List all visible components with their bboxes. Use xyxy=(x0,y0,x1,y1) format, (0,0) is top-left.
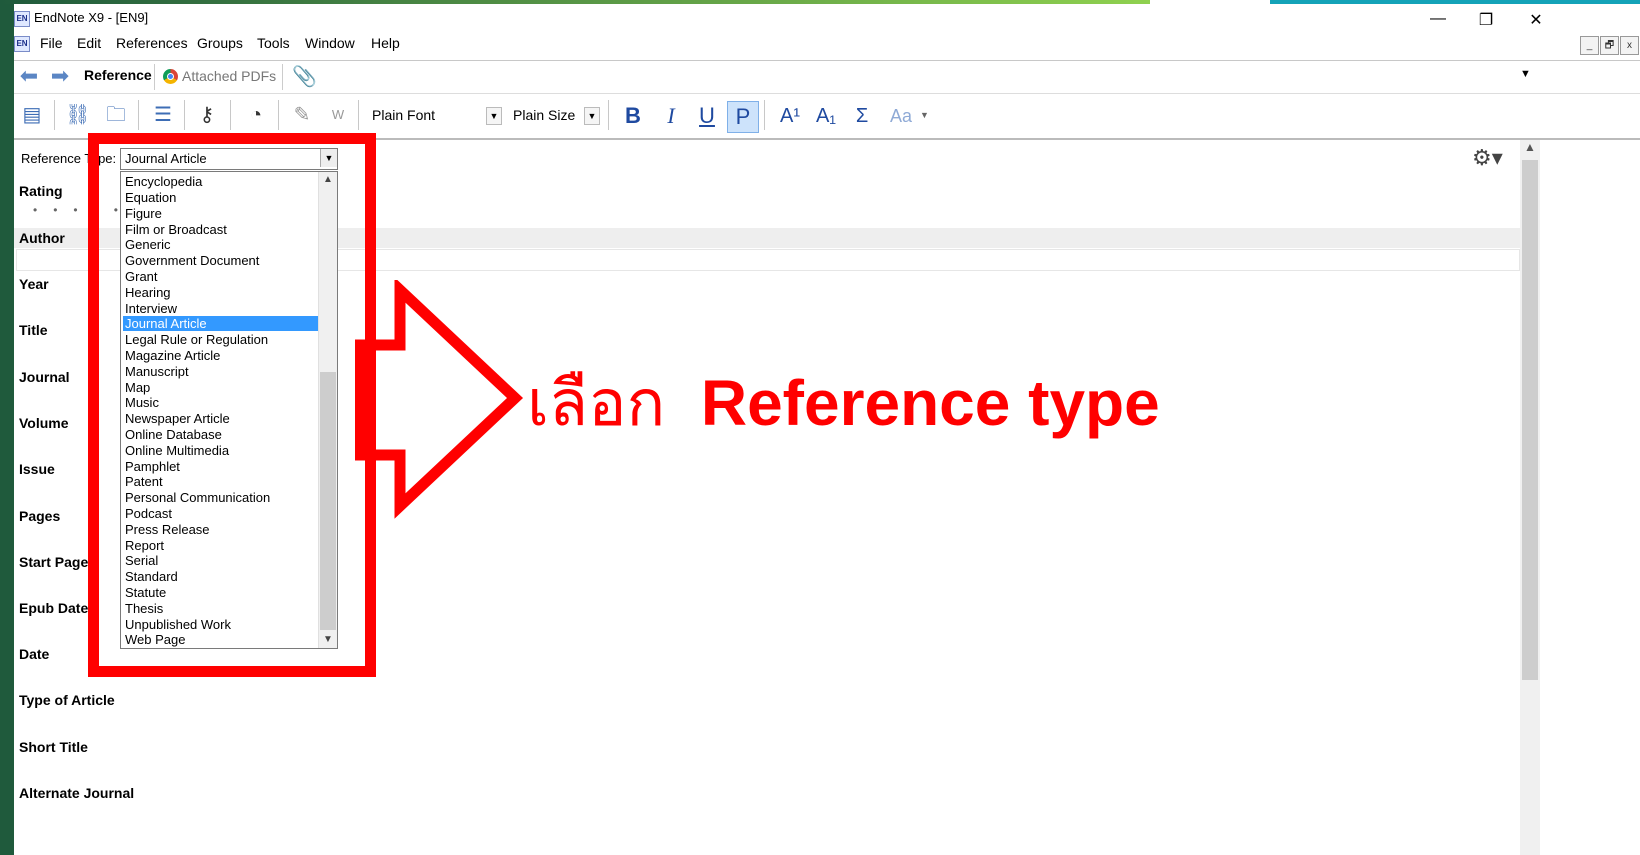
field-label-type-of-article: Type of Article xyxy=(19,692,115,708)
field-label-volume: Volume xyxy=(19,415,69,431)
list-icon[interactable]: ☰ xyxy=(150,102,176,128)
plain-button[interactable]: P xyxy=(727,101,759,133)
annotation-thai-word: เลือก xyxy=(527,367,666,439)
superscript-button[interactable]: A¹ xyxy=(774,101,806,131)
close-button[interactable]: ✕ xyxy=(1516,10,1556,30)
toolbar-separator xyxy=(184,100,185,130)
italic-button[interactable]: I xyxy=(658,101,684,131)
toolbar-separator xyxy=(138,100,139,130)
field-label-title: Title xyxy=(19,322,48,338)
change-case-button[interactable]: Aa xyxy=(886,101,916,131)
field-label-epub-date: Epub Date xyxy=(19,600,89,616)
annotation-caption: เลือก Reference type xyxy=(527,352,1160,454)
minimize-button[interactable]: — xyxy=(1418,10,1458,28)
chrome-icon xyxy=(163,69,178,84)
menu-groups[interactable]: Groups xyxy=(197,35,243,51)
menu-window[interactable]: Window xyxy=(305,35,355,51)
toolbar-separator xyxy=(358,100,359,130)
highlight-frame xyxy=(88,133,376,677)
tab-reference[interactable]: Reference xyxy=(84,67,152,83)
symbol-button[interactable]: Σ xyxy=(850,101,874,131)
size-select[interactable]: Plain Size xyxy=(513,107,575,123)
tab-attached-pdfs[interactable]: Attached PDFs xyxy=(182,68,276,84)
toolbar-separator xyxy=(764,100,765,130)
document-icon: EN xyxy=(14,36,30,52)
editor-scrollbar-thumb[interactable] xyxy=(1522,160,1538,680)
chart-icon[interactable]: ◔ xyxy=(243,102,269,128)
insert-note-icon[interactable]: ▤ xyxy=(19,102,45,128)
scroll-up-icon[interactable]: ▲ xyxy=(1520,140,1540,158)
annotation-english-text: Reference type xyxy=(700,367,1160,439)
title-bar: EN EndNote X9 - [EN9] — ❐ ✕ xyxy=(14,4,1640,32)
tab-divider xyxy=(282,64,283,90)
menu-bar: EN File Edit References Groups Tools Win… xyxy=(14,32,1640,56)
field-label-date: Date xyxy=(19,646,50,662)
key-icon[interactable]: ⚷ xyxy=(194,102,220,128)
bold-button[interactable]: B xyxy=(620,101,646,131)
case-dropdown-arrow[interactable]: ▼ xyxy=(920,110,929,120)
menu-help[interactable]: Help xyxy=(371,35,400,51)
mdi-close-button[interactable]: x xyxy=(1620,36,1639,55)
endnote-app-icon: EN xyxy=(14,11,30,27)
menu-edit[interactable]: Edit xyxy=(77,35,101,51)
subscript-button[interactable]: A₁ xyxy=(810,101,842,131)
toolbar-separator xyxy=(608,100,609,130)
expand-icon[interactable]: ▼ xyxy=(1520,68,1531,80)
link-icon[interactable]: ⛓ xyxy=(65,102,91,128)
open-folder-icon[interactable]: 🗀 xyxy=(103,102,129,128)
toolbar-separator xyxy=(230,100,231,130)
settings-gear-icon[interactable]: ⚙▾ xyxy=(1472,145,1503,171)
field-label-issue: Issue xyxy=(19,461,55,477)
field-label-start-page: Start Page xyxy=(19,554,89,570)
underline-button[interactable]: U xyxy=(694,101,720,131)
font-dropdown-arrow[interactable]: ▼ xyxy=(486,107,502,125)
window-title: EndNote X9 - [EN9] xyxy=(34,10,149,25)
back-arrow-icon[interactable]: ⬅ xyxy=(16,65,42,87)
field-label-journal: Journal xyxy=(19,369,70,385)
field-label-short-title: Short Title xyxy=(19,739,88,755)
toolbar-separator xyxy=(54,100,55,130)
annotation-arrow xyxy=(355,280,524,519)
menu-file[interactable]: File xyxy=(40,35,63,51)
edit-icon[interactable]: ✎ xyxy=(289,102,315,128)
menu-tools[interactable]: Tools xyxy=(257,35,290,51)
field-label-pages: Pages xyxy=(19,508,61,524)
paperclip-icon[interactable]: 📎 xyxy=(292,64,317,89)
tab-divider xyxy=(154,64,155,90)
mdi-minimize-button[interactable]: _ xyxy=(1580,36,1599,55)
forward-arrow-icon[interactable]: ➡ xyxy=(47,65,73,87)
menu-references[interactable]: References xyxy=(116,35,188,51)
left-edge-decoration xyxy=(0,0,14,855)
field-label-year: Year xyxy=(19,276,49,292)
word-icon[interactable]: W xyxy=(325,102,351,128)
field-label-rating: Rating xyxy=(19,183,63,199)
toolbar-separator xyxy=(278,100,279,130)
size-dropdown-arrow[interactable]: ▼ xyxy=(584,107,600,125)
font-select[interactable]: Plain Font xyxy=(372,107,435,123)
restore-button[interactable]: ❐ xyxy=(1466,10,1506,30)
field-label-alternate-journal: Alternate Journal xyxy=(19,785,135,801)
field-label-author: Author xyxy=(19,230,65,246)
mdi-restore-button[interactable]: 🗗 xyxy=(1600,36,1619,55)
